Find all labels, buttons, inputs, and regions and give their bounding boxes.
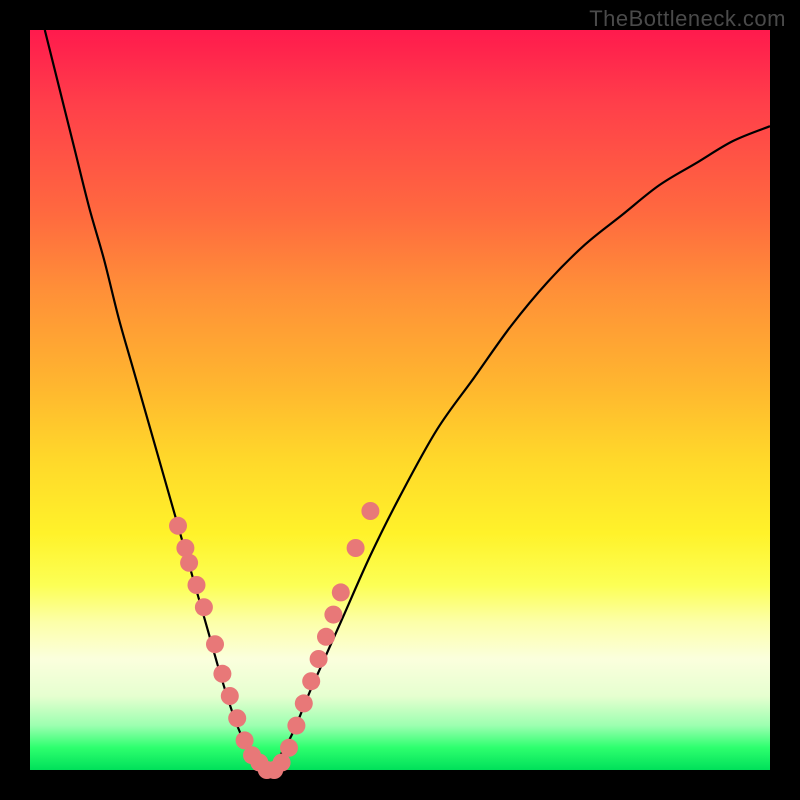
data-marker [287, 717, 305, 735]
data-marker [317, 628, 335, 646]
data-marker [361, 502, 379, 520]
data-marker [295, 694, 313, 712]
curve-group [45, 30, 770, 770]
watermark-text: TheBottleneck.com [589, 6, 786, 32]
data-marker [347, 539, 365, 557]
data-marker [188, 576, 206, 594]
data-marker [310, 650, 328, 668]
data-marker [324, 606, 342, 624]
data-marker [180, 554, 198, 572]
data-marker [206, 635, 224, 653]
data-marker [302, 672, 320, 690]
plot-area [30, 30, 770, 770]
data-marker [221, 687, 239, 705]
bottleneck-curve [45, 30, 770, 770]
chart-frame: TheBottleneck.com [0, 0, 800, 800]
data-marker [280, 739, 298, 757]
data-marker [332, 583, 350, 601]
data-marker [169, 517, 187, 535]
data-marker [228, 709, 246, 727]
chart-svg [30, 30, 770, 770]
marker-group [169, 502, 379, 779]
data-marker [213, 665, 231, 683]
data-marker [195, 598, 213, 616]
